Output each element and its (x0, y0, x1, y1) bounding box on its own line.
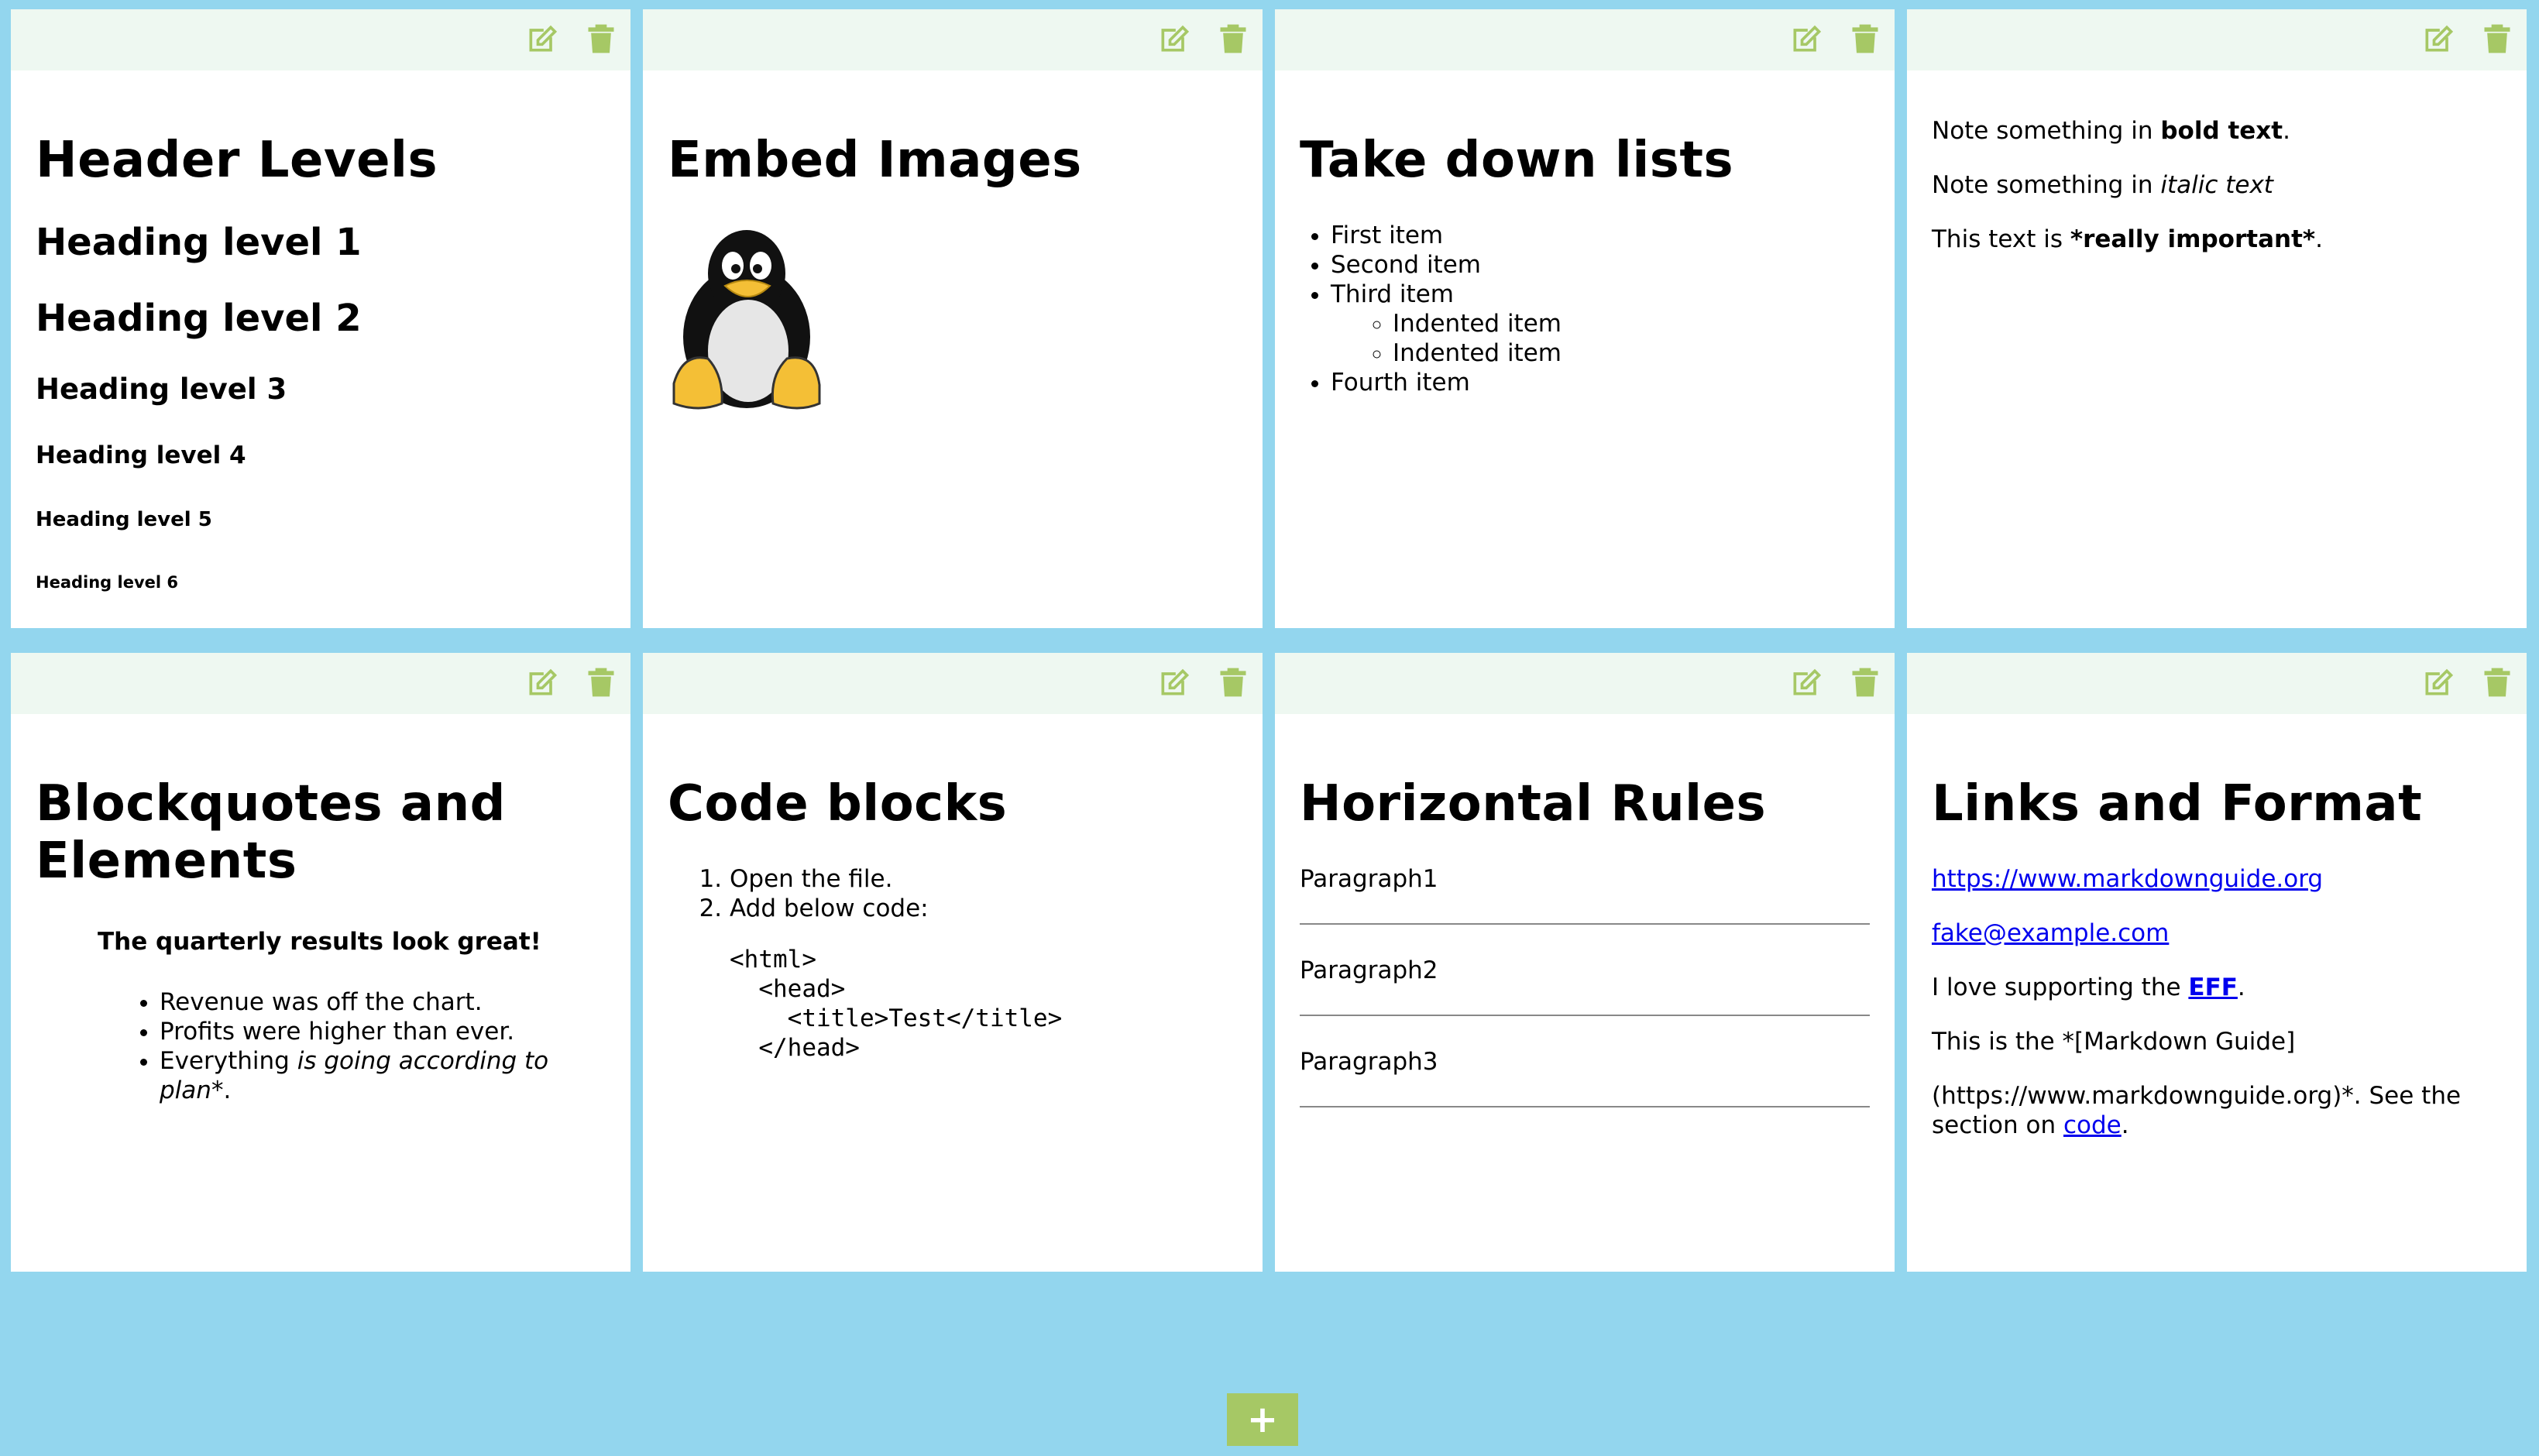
list-item: Second item (1331, 250, 1870, 280)
text-line: I love supporting the EFF. (1932, 973, 2245, 1001)
list-item: First item (1331, 221, 1870, 250)
heading-level-6: Heading level 6 (36, 572, 179, 592)
note-card-links: Links and Format https://www.markdowngui… (1907, 653, 2527, 1272)
list-item: Profits were higher than ever. (160, 1017, 606, 1046)
code-block: <html> <head> <title>Test</title> </head… (730, 945, 1063, 1062)
blockquote: The quarterly results look great! (98, 928, 541, 956)
note-card-blockquotes: Blockquotes and Elements The quarterly r… (11, 653, 630, 1272)
bullet-list: Revenue was off the chart. Profits were … (36, 987, 606, 1105)
note-card-text-format: Note something in bold text. Note someth… (1907, 9, 2527, 628)
trash-icon[interactable] (2480, 22, 2514, 56)
text-line: Note something in bold text. (1932, 117, 2290, 145)
horizontal-rule (1300, 922, 1870, 925)
paragraph: Paragraph2 (1300, 956, 1438, 984)
edit-icon[interactable] (2421, 665, 2455, 699)
edit-icon[interactable] (1789, 665, 1823, 699)
trash-icon[interactable] (584, 22, 618, 56)
edit-icon[interactable] (2421, 22, 2455, 56)
edit-icon[interactable] (525, 22, 559, 56)
trash-icon[interactable] (1848, 665, 1882, 699)
notes-grid: Header Levels Heading level 1 Heading le… (11, 9, 2528, 1272)
trash-icon[interactable] (1216, 22, 1250, 56)
note-toolbar (1907, 653, 2527, 714)
paragraph: Paragraph1 (1300, 864, 1438, 893)
note-card-code-blocks: Code blocks Open the file. Add below cod… (643, 653, 1263, 1272)
edit-icon[interactable] (1157, 22, 1191, 56)
penguin-image (672, 229, 821, 410)
heading-level-5: Heading level 5 (36, 507, 212, 531)
edit-icon[interactable] (1789, 22, 1823, 56)
numbered-list: Open the file. Add below code: (668, 864, 1238, 923)
note-title: Horizontal Rules (1300, 775, 1767, 833)
note-toolbar (643, 653, 1263, 714)
heading-level-2: Heading level 2 (36, 296, 362, 340)
note-card-embed-images: Embed Images (643, 9, 1263, 628)
text-line: This is the *[Markdown Guide] (1932, 1027, 2296, 1056)
note-title: Embed Images (668, 132, 1082, 189)
heading-level-4: Heading level 4 (36, 441, 246, 469)
note-toolbar (1907, 9, 2527, 70)
code-link[interactable]: code (2063, 1111, 2122, 1139)
note-title: Links and Format (1932, 775, 2423, 833)
add-note-button[interactable]: + (1227, 1393, 1298, 1446)
text-line: https://www.markdownguide.org (1932, 864, 2502, 894)
email-link[interactable]: fake@example.com (1932, 919, 2169, 947)
text-line: fake@example.com (1932, 919, 2502, 948)
horizontal-rule (1300, 1105, 1870, 1107)
note-title: Header Levels (36, 132, 438, 189)
note-toolbar (1275, 9, 1895, 70)
note-title: Blockquotes and Elements (36, 775, 506, 890)
edit-icon[interactable] (525, 665, 559, 699)
edit-icon[interactable] (1157, 665, 1191, 699)
note-card-horizontal-rules: Horizontal Rules Paragraph1 Paragraph2 P… (1275, 653, 1895, 1272)
note-toolbar (643, 9, 1263, 70)
trash-icon[interactable] (584, 665, 618, 699)
horizontal-rule (1300, 1014, 1870, 1016)
list-item: Open the file. (730, 864, 1238, 894)
url-link[interactable]: https://www.markdownguide.org (1932, 865, 2323, 893)
heading-level-1: Heading level 1 (36, 220, 362, 264)
text-line: Note something in italic text (1932, 171, 2273, 199)
list-item: Everything is going according to plan*. (160, 1046, 606, 1105)
list-subitem: Indented item (1393, 309, 1870, 338)
note-card-lists: Take down lists First item Second item T… (1275, 9, 1895, 628)
paragraph: Paragraph3 (1300, 1047, 1438, 1076)
note-toolbar (11, 9, 630, 70)
list-item: Add below code: (730, 894, 1238, 923)
plus-icon: + (1246, 1398, 1279, 1441)
trash-icon[interactable] (1216, 665, 1250, 699)
note-toolbar (1275, 653, 1895, 714)
bullet-list: First item Second item Third item Indent… (1300, 221, 1870, 397)
note-title: Code blocks (668, 775, 1008, 833)
eff-link[interactable]: EFF (2188, 974, 2238, 1001)
note-toolbar (11, 653, 630, 714)
note-title: Take down lists (1300, 132, 1734, 189)
trash-icon[interactable] (1848, 22, 1882, 56)
list-subitem: Indented item (1393, 338, 1870, 368)
list-item: Fourth item (1331, 368, 1870, 397)
note-card-header-levels: Header Levels Heading level 1 Heading le… (11, 9, 630, 628)
list-item: Revenue was off the chart. (160, 987, 606, 1017)
trash-icon[interactable] (2480, 665, 2514, 699)
text-line: (https://www.markdownguide.org)*. See th… (1932, 1081, 2462, 1139)
list-item: Third item Indented item Indented item (1331, 280, 1870, 368)
text-line: This text is *really important*. (1932, 225, 2323, 253)
heading-level-3: Heading level 3 (36, 372, 287, 406)
